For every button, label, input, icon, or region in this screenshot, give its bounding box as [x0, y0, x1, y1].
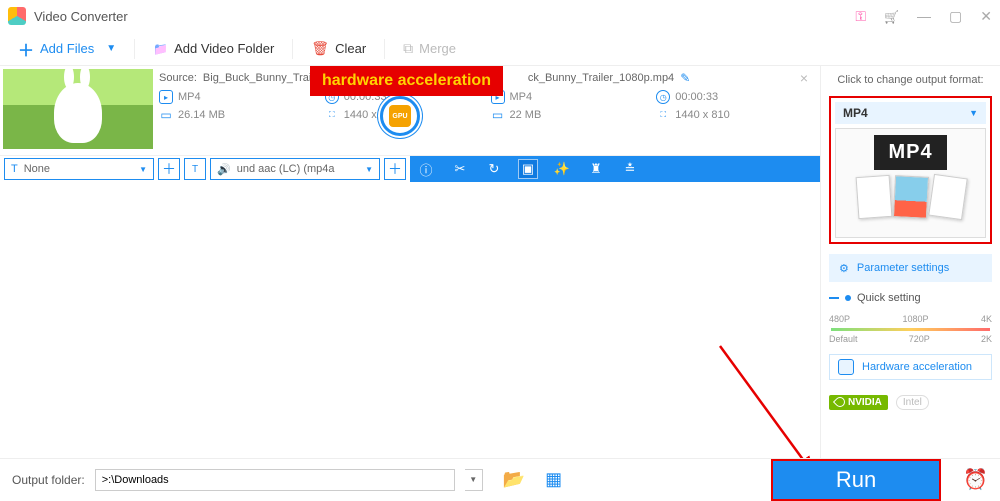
tick-label: 480P: [829, 314, 850, 324]
vendor-row: NVIDIA Intel: [829, 390, 992, 414]
quick-setting-label: Quick setting: [857, 292, 921, 304]
cart-icon[interactable]: [884, 8, 899, 24]
annotation-callout: hardware acceleration: [310, 66, 503, 96]
sliders-icon: [839, 262, 849, 275]
chevron-down-icon: ▼: [139, 165, 147, 174]
gpu-chip-icon: GPU: [389, 105, 411, 127]
file-row[interactable]: Source: Big_Buck_Bunny_Trailer_1 ck_Bunn…: [0, 66, 820, 156]
remove-file-icon[interactable]: ×: [794, 70, 814, 86]
effects-button[interactable]: ✨: [552, 159, 572, 179]
footer: Output folder: ▼ 📂 ▦ Run ⏰: [0, 458, 1000, 500]
filesize-icon: [491, 108, 505, 122]
info-button[interactable]: ⓘ: [416, 159, 436, 179]
chevron-down-icon[interactable]: ▼: [106, 43, 116, 54]
tick-label: 1080P: [902, 314, 928, 324]
output-folder-label: Output folder:: [12, 473, 85, 487]
schedule-icon[interactable]: ⏰: [963, 467, 988, 492]
resolution-icon: [325, 108, 339, 122]
clear-button[interactable]: 🗑 Clear: [301, 36, 376, 61]
subtitle-value: None: [24, 163, 50, 175]
in-format: MP4: [178, 91, 201, 103]
text-icon: T: [11, 163, 18, 175]
resolution-icon: [656, 108, 670, 122]
audio-track-value: und aac (LC) (mp4a: [237, 163, 335, 175]
chevron-down-icon: ▼: [969, 108, 978, 118]
output-folder-dropdown[interactable]: ▼: [465, 469, 483, 491]
tick-label: 4K: [981, 314, 992, 324]
hw-accel-label: Hardware acceleration: [862, 361, 972, 373]
intel-badge: Intel: [896, 395, 929, 410]
merge-icon: ⧉: [403, 40, 413, 57]
plus-icon: ＋: [18, 37, 34, 61]
minimize-button[interactable]: —: [917, 8, 931, 24]
audio-track-select[interactable]: 🔊 und aac (LC) (mp4a ▼: [210, 158, 380, 180]
tick-label: Default: [829, 334, 858, 344]
edit-action-bar: T None ▼ ＋ T 🔊 und aac (LC) (mp4a ▼ ＋ ⓘ: [0, 156, 820, 182]
maximize-button[interactable]: ▢: [949, 8, 962, 25]
side-panel: Click to change output format: MP4 ▼ MP4…: [820, 66, 1000, 458]
trim-button[interactable]: ✂: [450, 159, 470, 179]
parameter-settings-button[interactable]: Parameter settings: [829, 254, 992, 282]
trash-icon: 🗑: [311, 40, 329, 57]
add-folder-label: Add Video Folder: [174, 41, 274, 56]
rotate-button[interactable]: ↻: [484, 159, 504, 179]
filesize-icon: [159, 108, 173, 122]
format-name: MP4: [843, 106, 868, 120]
open-folder-icon[interactable]: 📂: [503, 469, 525, 490]
run-button[interactable]: Run: [771, 459, 941, 501]
watermark-button[interactable]: ♜: [586, 159, 606, 179]
format-icon: ▸: [159, 90, 173, 104]
format-preview: MP4: [835, 128, 986, 238]
video-thumbnail[interactable]: [3, 69, 153, 149]
merge-button[interactable]: ⧉ Merge: [393, 36, 466, 61]
app-title: Video Converter: [34, 9, 128, 24]
gpu-accel-toggle[interactable]: GPU: [380, 96, 420, 136]
app-logo-icon: [8, 7, 26, 25]
format-hint: Click to change output format:: [829, 74, 992, 86]
tick-label: 720P: [909, 334, 930, 344]
hardware-acceleration-button[interactable]: Hardware acceleration: [829, 354, 992, 380]
add-subtitle-button[interactable]: ＋: [158, 158, 180, 180]
quick-setting-header: Quick setting: [829, 292, 992, 304]
crop-button[interactable]: ▣: [518, 159, 538, 179]
parameter-settings-label: Parameter settings: [857, 262, 949, 274]
subtitle-select[interactable]: T None ▼: [4, 158, 154, 180]
subtitle-settings-button[interactable]: T: [184, 158, 206, 180]
close-button[interactable]: ✕: [980, 8, 992, 25]
folder-plus-icon: [153, 41, 168, 56]
adjust-button[interactable]: ≛: [620, 159, 640, 179]
format-select[interactable]: MP4 ▼: [835, 102, 986, 124]
in-size: 26.14 MB: [178, 109, 225, 121]
film-label: MP4: [874, 135, 946, 170]
titlebar: Video Converter — ▢ ✕: [0, 0, 1000, 32]
source-filename-right: ck_Bunny_Trailer_1080p.mp4: [528, 72, 674, 84]
speaker-icon: 🔊: [217, 163, 231, 176]
add-files-button[interactable]: ＋ Add Files ▼: [8, 33, 126, 65]
out-duration: 00:00:33: [675, 91, 718, 103]
edit-filename-icon[interactable]: ✎: [680, 71, 690, 85]
license-key-icon[interactable]: [855, 8, 866, 25]
merge-label: Merge: [419, 41, 456, 56]
snapshot-folder-icon[interactable]: ▦: [545, 469, 562, 490]
source-label: Source:: [159, 72, 197, 84]
output-format-box[interactable]: MP4 ▼ MP4: [829, 96, 992, 244]
chip-icon: [838, 359, 854, 375]
output-folder-input[interactable]: [95, 469, 455, 491]
quality-slider[interactable]: 480P 1080P 4K Default 720P 2K: [829, 314, 992, 344]
add-audio-button[interactable]: ＋: [384, 158, 406, 180]
add-files-label: Add Files: [40, 41, 94, 56]
out-format: MP4: [510, 91, 533, 103]
tick-label: 2K: [981, 334, 992, 344]
chevron-down-icon: ▼: [365, 165, 373, 174]
clock-icon: ◷: [656, 90, 670, 104]
out-size: 22 MB: [510, 109, 542, 121]
main-toolbar: ＋ Add Files ▼ Add Video Folder 🗑 Clear ⧉…: [0, 32, 1000, 66]
out-resolution: 1440 x 810: [675, 109, 729, 121]
nvidia-badge: NVIDIA: [829, 395, 888, 410]
clear-label: Clear: [335, 41, 366, 56]
add-folder-button[interactable]: Add Video Folder: [143, 37, 284, 60]
